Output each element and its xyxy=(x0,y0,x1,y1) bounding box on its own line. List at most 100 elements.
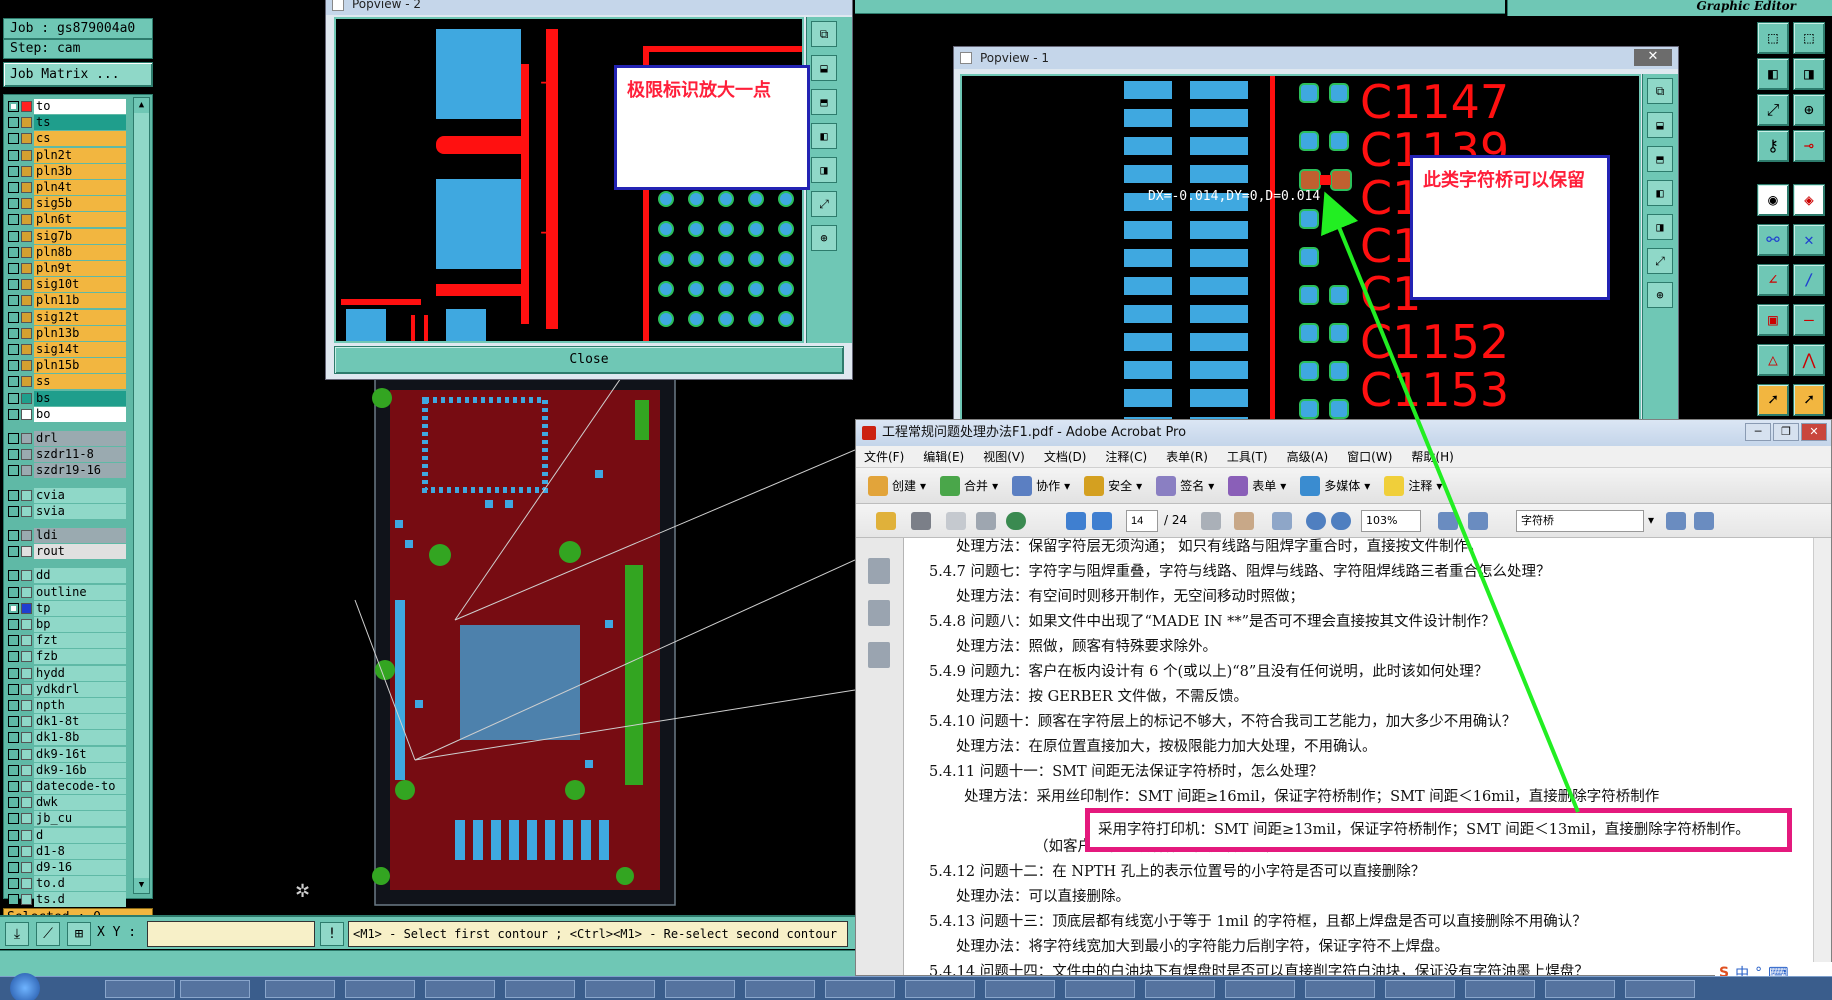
rt-measure-icon[interactable]: ⊸ xyxy=(1793,130,1825,162)
layer-checkbox[interactable] xyxy=(8,465,19,477)
menu-forms[interactable]: 表单(R) xyxy=(1166,448,1208,465)
layer-checkbox[interactable] xyxy=(8,716,19,728)
layer-checkbox[interactable] xyxy=(8,602,19,614)
layer-checkbox[interactable] xyxy=(8,619,19,630)
print-icon[interactable] xyxy=(911,512,931,530)
xy-input[interactable] xyxy=(147,921,315,947)
menu-window[interactable]: 窗口(W) xyxy=(1347,448,1392,465)
fit-width-icon[interactable] xyxy=(1438,512,1458,530)
layer-checkbox[interactable] xyxy=(8,214,19,226)
layer-row[interactable]: d1-8 xyxy=(8,843,126,859)
layer-scrollbar[interactable]: ▲ ▼ xyxy=(133,97,150,894)
layer-row[interactable]: hydd xyxy=(8,665,126,681)
layer-row[interactable]: ydkdrl xyxy=(8,681,126,697)
globe-icon[interactable] xyxy=(1006,512,1026,530)
taskbar-item[interactable] xyxy=(985,980,1055,998)
taskbar-item[interactable] xyxy=(1545,980,1615,998)
next-page-icon[interactable] xyxy=(1092,512,1112,530)
menu-document[interactable]: 文档(D) xyxy=(1044,448,1087,465)
pv1-tool-1-icon[interactable]: ⧉ xyxy=(1647,78,1673,104)
menu-edit[interactable]: 编辑(E) xyxy=(923,448,964,465)
pv2-tool-1-icon[interactable]: ⧉ xyxy=(811,21,837,47)
menu-comments[interactable]: 注释(C) xyxy=(1105,448,1147,465)
layer-checkbox[interactable] xyxy=(8,683,19,695)
page-number-input[interactable] xyxy=(1126,510,1158,532)
layer-row[interactable]: bp xyxy=(8,617,126,632)
taskbar-item[interactable] xyxy=(1625,980,1695,998)
pv1-tool-2-icon[interactable]: ⬓ xyxy=(1647,112,1673,138)
rt-line-icon[interactable]: ∠ xyxy=(1757,264,1789,296)
layer-checkbox[interactable] xyxy=(8,246,19,258)
job-matrix-button[interactable]: Job Matrix ... xyxy=(3,62,153,87)
layer-row[interactable]: bs xyxy=(8,390,126,406)
layer-checkbox[interactable] xyxy=(8,586,19,598)
signatures-panel-icon[interactable] xyxy=(868,642,890,668)
layer-checkbox[interactable] xyxy=(8,700,19,711)
rt-layer-right-icon[interactable]: ◨ xyxy=(1793,58,1825,90)
combine-button[interactable]: 合并 ▾ xyxy=(940,475,998,496)
layer-checkbox[interactable] xyxy=(8,344,19,355)
layer-row[interactable]: cs xyxy=(8,131,126,147)
pv1-tool-4-icon[interactable]: ◧ xyxy=(1647,180,1673,206)
layer-row[interactable]: dk9-16t xyxy=(8,746,126,762)
layer-row[interactable]: pln15b xyxy=(8,358,126,374)
zoom-out-icon[interactable] xyxy=(1306,512,1326,530)
layer-row[interactable]: dd xyxy=(8,568,126,584)
pages-panel-icon[interactable] xyxy=(868,558,890,584)
layer-row[interactable]: to.d xyxy=(8,876,126,892)
layer-checkbox[interactable] xyxy=(8,449,19,461)
layer-checkbox[interactable] xyxy=(8,433,19,444)
layer-checkbox[interactable] xyxy=(8,797,19,809)
rt-triangle-icon[interactable]: △ xyxy=(1757,344,1789,376)
rt-copy-icon[interactable]: ⬚ xyxy=(1757,22,1789,54)
layer-checkbox[interactable] xyxy=(8,360,19,372)
taskbar-item[interactable] xyxy=(1385,980,1455,998)
fit-page-icon[interactable] xyxy=(1468,512,1488,530)
layer-row[interactable]: ts.d xyxy=(8,892,126,908)
layer-checkbox[interactable] xyxy=(8,570,19,582)
layer-row[interactable]: pln3b xyxy=(8,163,126,179)
layer-checkbox[interactable] xyxy=(8,813,19,825)
taskbar-item[interactable] xyxy=(105,980,175,998)
layer-checkbox[interactable] xyxy=(8,101,19,112)
layer-row[interactable]: dk9-16b xyxy=(8,762,126,778)
close-icon[interactable]: ✕ xyxy=(1801,423,1827,441)
find-prev-icon[interactable] xyxy=(1666,512,1686,530)
layer-row[interactable]: ts xyxy=(8,115,126,131)
taskbar-item[interactable] xyxy=(905,980,975,998)
layer-checkbox[interactable] xyxy=(8,327,19,339)
layer-checkbox[interactable] xyxy=(8,149,19,161)
hand-tool-icon[interactable] xyxy=(1234,512,1254,530)
layer-checkbox[interactable] xyxy=(8,732,19,744)
maximize-icon[interactable]: ❐ xyxy=(1773,423,1799,441)
layer-row[interactable]: szdr19-16 xyxy=(8,463,126,479)
rt-cross-icon[interactable]: ✕ xyxy=(1793,224,1825,256)
taskbar-item[interactable] xyxy=(425,980,495,998)
grid-tool-icon[interactable]: ⊞ xyxy=(67,922,91,946)
layer-row[interactable]: jb_cu xyxy=(8,811,126,827)
taskbar-item[interactable] xyxy=(180,980,250,998)
pv2-tool-5-icon[interactable]: ◨ xyxy=(811,157,837,183)
layer-row[interactable]: pln9t xyxy=(8,261,126,276)
layer-row[interactable]: npth xyxy=(8,698,126,713)
layer-row[interactable]: dwk xyxy=(8,795,126,811)
taskbar-item[interactable] xyxy=(745,980,815,998)
pv2-tool-2-icon[interactable]: ⬓ xyxy=(811,55,837,81)
forms-button[interactable]: 表单 ▾ xyxy=(1228,475,1286,496)
acrobat-window[interactable]: 工程常规问题处理办法F1.pdf - Adobe Acrobat Pro ─ ❐… xyxy=(855,419,1832,976)
layer-row[interactable]: sig7b xyxy=(8,228,126,244)
document-scrollbar[interactable] xyxy=(1813,538,1831,975)
multimedia-button[interactable]: 多媒体 ▾ xyxy=(1300,475,1370,496)
rt-zoom-home-icon[interactable]: ⊕ xyxy=(1793,94,1825,126)
layer-row[interactable]: svia xyxy=(8,503,126,519)
rt-pad-icon[interactable]: ◉ xyxy=(1757,184,1789,216)
taskbar-item[interactable] xyxy=(665,980,735,998)
layer-row[interactable]: ldi xyxy=(8,528,126,543)
layer-checkbox[interactable] xyxy=(8,295,19,307)
layer-row[interactable]: d xyxy=(8,827,126,843)
layer-row[interactable]: outline xyxy=(8,584,126,600)
layer-row[interactable]: rout xyxy=(8,544,126,560)
layer-checkbox[interactable] xyxy=(8,230,19,242)
layer-row[interactable]: fzb xyxy=(8,649,126,665)
taskbar-item[interactable] xyxy=(1465,980,1535,998)
